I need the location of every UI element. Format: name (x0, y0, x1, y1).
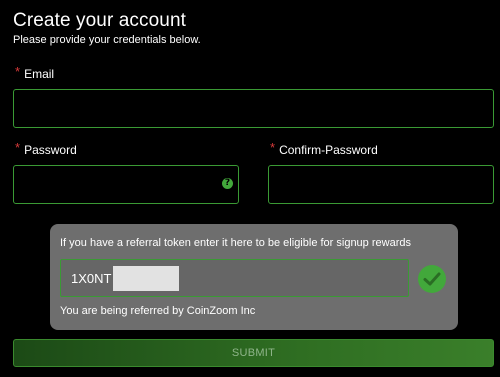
password-label: * Password (15, 140, 77, 157)
email-field[interactable] (13, 89, 494, 128)
referral-prompt: If you have a referral token enter it he… (60, 237, 411, 249)
page-title: Create your account (13, 10, 186, 31)
check-circle-icon (418, 265, 446, 293)
signup-page: Create your account Please provide your … (0, 0, 500, 377)
required-marker: * (15, 64, 21, 79)
confirm-password-field[interactable] (268, 165, 494, 204)
password-help-icon[interactable]: ? (222, 178, 233, 189)
submit-button[interactable]: SUBMIT (13, 339, 494, 367)
referral-token-value: 1X0NT (71, 270, 112, 286)
password-field[interactable] (13, 165, 239, 204)
referral-panel: If you have a referral token enter it he… (50, 224, 458, 330)
referral-token-input[interactable]: 1X0NT (60, 259, 409, 297)
referral-status-text: You are being referred by CoinZoom Inc (60, 305, 256, 317)
email-label-text: Email (24, 67, 55, 81)
confirm-password-label: * Confirm-Password (270, 140, 378, 157)
page-subtitle: Please provide your credentials below. (13, 34, 201, 46)
email-label: * Email (15, 64, 55, 81)
confirm-password-label-text: Confirm-Password (279, 143, 378, 157)
required-marker: * (15, 140, 21, 155)
token-redaction (113, 265, 180, 291)
password-label-text: Password (24, 143, 77, 157)
required-marker: * (270, 140, 276, 155)
